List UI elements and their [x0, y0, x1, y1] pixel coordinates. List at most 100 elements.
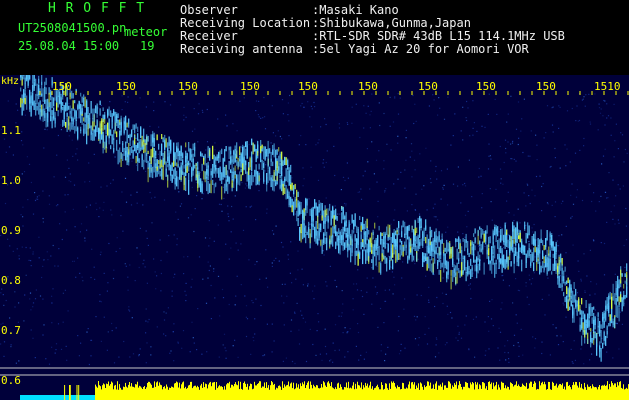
noise-dot [325, 197, 327, 199]
power-bar [520, 387, 521, 400]
noise-dot [139, 97, 141, 99]
noise-dot [541, 210, 543, 212]
power-bar [272, 382, 273, 400]
signal-streak [513, 225, 515, 239]
signal-streak [408, 242, 410, 255]
noise-dot [118, 356, 120, 358]
noise-dot [3, 355, 5, 357]
signal-streak [57, 110, 59, 117]
noise-dot [185, 282, 187, 284]
power-bar [586, 389, 587, 400]
power-bar [457, 388, 458, 400]
noise-dot [84, 237, 86, 239]
power-bar [607, 381, 608, 400]
signal-streak [524, 225, 526, 231]
noise-dot [588, 93, 590, 95]
signal-streak [594, 331, 596, 339]
signal-streak [590, 328, 592, 332]
power-bar [229, 381, 230, 400]
noise-dot [197, 113, 200, 115]
noise-dot [131, 138, 133, 140]
signal-streak [593, 333, 595, 341]
signal-streak [126, 122, 128, 128]
power-bar [177, 382, 178, 400]
noise-dot [30, 181, 32, 184]
noise-dot [103, 272, 105, 274]
power-bar [148, 381, 149, 400]
noise-dot [305, 144, 307, 146]
noise-dot [291, 177, 293, 179]
noise-dot [253, 340, 255, 342]
noise-dot [30, 329, 32, 331]
power-bar [450, 383, 451, 400]
power-bar [527, 388, 528, 400]
power-bar [251, 384, 252, 400]
signal-streak [197, 161, 199, 170]
signal-streak [86, 131, 88, 145]
noise-dot [115, 327, 117, 329]
signal-streak [128, 118, 130, 125]
signal-streak [299, 229, 301, 241]
signal-streak [533, 262, 535, 272]
noise-dot [34, 357, 36, 359]
noise-dot [589, 121, 591, 123]
power-bar [361, 382, 362, 400]
signal-streak [194, 164, 196, 169]
signal-streak [312, 207, 314, 222]
signal-streak [132, 124, 134, 130]
noise-dot [552, 106, 554, 108]
noise-dot [30, 309, 32, 311]
signal-streak [308, 225, 310, 232]
signal-streak [395, 238, 397, 250]
power-bar [270, 385, 271, 400]
power-bar [460, 383, 461, 400]
signal-streak [434, 231, 436, 242]
power-bar [291, 382, 292, 400]
noise-dot [183, 273, 185, 275]
noise-dot [37, 198, 39, 200]
noise-dot [24, 114, 26, 116]
signal-streak [44, 81, 46, 88]
noise-dot [55, 343, 58, 345]
signal-streak [20, 97, 22, 108]
power-bar [256, 385, 257, 400]
signal-streak [108, 129, 110, 139]
signal-streak [92, 108, 94, 119]
noise-dot [150, 346, 152, 348]
signal-streak [456, 238, 458, 242]
signal-streak [522, 245, 524, 255]
power-bar [614, 383, 615, 400]
noise-dot [248, 259, 250, 261]
noise-dot [260, 304, 262, 307]
signal-streak [201, 163, 203, 172]
signal-streak [357, 228, 359, 241]
signal-streak [66, 112, 68, 118]
noise-dot [378, 102, 380, 104]
noise-dot [469, 283, 471, 285]
signal-streak [620, 294, 622, 303]
signal-streak [81, 104, 83, 113]
noise-dot [149, 125, 151, 127]
noise-dot [369, 188, 371, 190]
power-bar [603, 385, 604, 400]
signal-streak [32, 84, 34, 93]
power-bar [245, 383, 246, 400]
signal-streak [626, 278, 628, 289]
noise-dot [369, 114, 371, 116]
signal-streak [455, 272, 457, 286]
power-bar [347, 387, 348, 400]
power-bar [309, 388, 310, 400]
noise-dot [245, 305, 248, 307]
noise-dot [521, 118, 523, 120]
noise-dot [460, 337, 463, 339]
noise-dot [88, 162, 90, 164]
power-bar [548, 381, 549, 400]
noise-dot [14, 291, 16, 293]
noise-dot [320, 126, 322, 128]
signal-streak [297, 191, 299, 197]
signal-streak [177, 164, 179, 168]
power-bar [595, 387, 596, 400]
noise-dot [472, 100, 474, 102]
signal-streak [563, 292, 565, 297]
noise-dot [357, 191, 359, 193]
